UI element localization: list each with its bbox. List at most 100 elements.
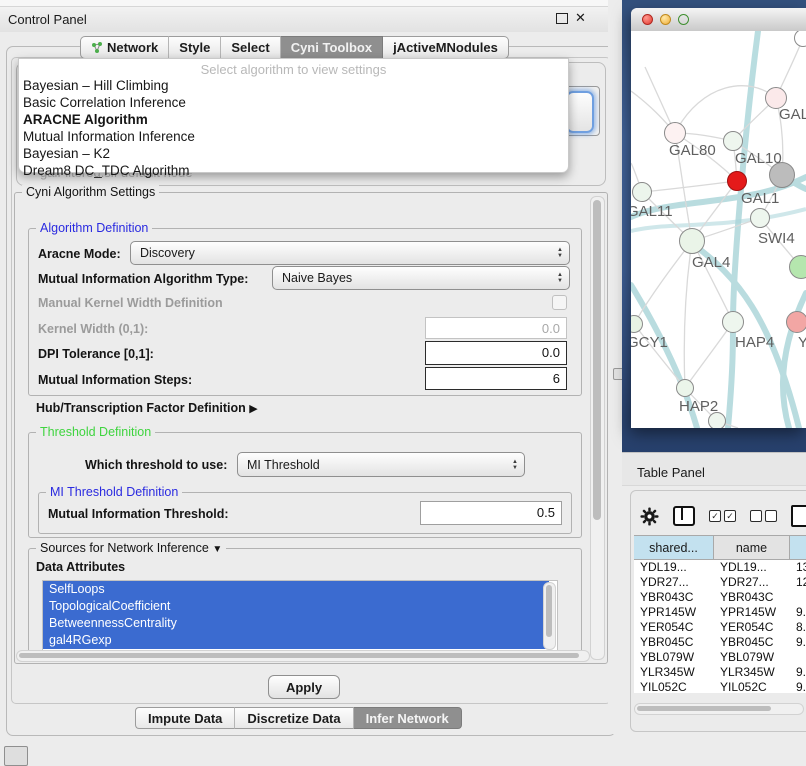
settings-hscrollbar[interactable] <box>16 650 590 662</box>
collapsed-panel-button[interactable] <box>4 746 28 766</box>
node-label: GAL10 <box>735 150 782 167</box>
control-panel-title: Control Panel <box>8 12 87 27</box>
data-attributes-label: Data Attributes <box>36 560 125 574</box>
table-row[interactable]: YDR27...YDR27...12 <box>634 575 806 590</box>
sources-group-title: Sources for Network Inference ▼ <box>36 541 226 555</box>
node-label: HAP4 <box>735 334 774 351</box>
spinner-icon: ▲▼ <box>557 242 563 264</box>
node-label: GAL1 <box>741 190 779 207</box>
zoom-traffic-light-icon[interactable] <box>678 14 689 25</box>
node-label: Y <box>798 334 806 351</box>
tab-style[interactable]: Style <box>169 36 221 59</box>
manual-kernel-checkbox[interactable] <box>552 295 567 310</box>
deselect-all-icon[interactable] <box>750 510 777 522</box>
network-node-gal11[interactable] <box>632 182 652 202</box>
table-hscrollbar[interactable] <box>634 703 804 715</box>
network-node-hap4[interactable] <box>722 311 744 333</box>
table-row[interactable]: YBR043CYBR043C <box>634 590 806 605</box>
control-panel-tabbar: Network Style Select Cyni Toolbox jActiv… <box>80 36 509 59</box>
algorithm-option[interactable]: Mutual Information Inference <box>19 128 568 145</box>
document-icon[interactable] <box>791 505 806 527</box>
tab-network[interactable]: Network <box>80 36 169 59</box>
attribute-item[interactable]: SelfLoops <box>43 581 549 598</box>
attribute-item[interactable]: gal4RGexp <box>43 632 549 649</box>
tab-cyni-toolbox[interactable]: Cyni Toolbox <box>281 36 383 59</box>
settings-hscrollbar-thumb[interactable] <box>19 653 579 658</box>
network-node-gal80[interactable] <box>664 122 686 144</box>
tab-jactivemnodules[interactable]: jActiveMNodules <box>383 36 509 59</box>
network-node-swi4[interactable] <box>750 208 770 228</box>
column-header-clipped[interactable] <box>790 536 806 560</box>
network-node-green[interactable] <box>789 255 806 279</box>
mi-threshold-group-title: MI Threshold Definition <box>46 485 182 499</box>
data-attributes-list[interactable]: SelfLoops TopologicalCoefficient Between… <box>42 580 558 652</box>
table-hscrollbar-thumb[interactable] <box>637 706 771 711</box>
algorithm-dropdown-popup: Select algorithm to view settings Bayesi… <box>18 58 569 173</box>
network-view-window[interactable]: GAL GAL80 GAL10 GAL1 GAL11 SWI4 GAL4 GCY… <box>631 8 806 428</box>
hub-definition-expander[interactable]: Hub/Transcription Factor Definition ▶ <box>36 401 258 415</box>
node-label: HAP2 <box>679 398 718 415</box>
spinner-icon: ▲▼ <box>557 267 563 289</box>
network-node-hap2[interactable] <box>676 379 694 397</box>
table-row[interactable]: YER054CYER054C8. <box>634 620 806 635</box>
aracne-mode-combobox[interactable]: Discovery ▲▼ <box>130 241 570 265</box>
mi-algorithm-type-label: Mutual Information Algorithm Type: <box>38 272 248 286</box>
column-header-shared-name[interactable]: shared... <box>634 536 714 560</box>
table-row[interactable]: YLR345WYLR345W9. <box>634 665 806 680</box>
collapsed-triangle-icon: ▶ <box>249 403 257 415</box>
tab-discretize-data[interactable]: Discretize Data <box>235 707 353 729</box>
close-icon[interactable]: ✕ <box>575 10 586 26</box>
node-label: GAL4 <box>692 254 730 271</box>
network-node-gal10[interactable] <box>723 131 743 151</box>
tab-select[interactable]: Select <box>221 36 280 59</box>
attribute-item[interactable]: TopologicalCoefficient <box>43 598 549 615</box>
table-row[interactable]: YBL079WYBL079W <box>634 650 806 665</box>
settings-scrollbar[interactable] <box>590 196 605 660</box>
column-header-name[interactable]: name <box>714 536 790 560</box>
apply-button[interactable]: Apply <box>268 675 340 699</box>
tab-impute-data[interactable]: Impute Data <box>135 707 235 729</box>
minimize-traffic-light-icon[interactable] <box>660 14 671 25</box>
dpi-tolerance-field[interactable]: 0.0 <box>425 341 567 365</box>
table-row[interactable]: YPR145WYPR145W9. <box>634 605 806 620</box>
algorithm-option[interactable]: Bayesian – K2 <box>19 145 568 162</box>
gear-icon[interactable] <box>640 507 659 526</box>
algorithm-option[interactable]: Basic Correlation Inference <box>19 94 568 111</box>
aracne-mode-label: Aracne Mode: <box>38 247 121 261</box>
manual-kernel-label: Manual Kernel Width Definition <box>38 296 223 310</box>
node-label: GAL11 <box>631 203 673 220</box>
node-label: SWI4 <box>758 230 795 247</box>
mi-steps-field[interactable]: 6 <box>425 367 567 390</box>
algorithm-definition-title: Algorithm Definition <box>36 221 152 235</box>
attribute-item[interactable]: BetweennessCentrality <box>43 615 549 632</box>
algorithm-option[interactable]: Bayesian – Hill Climbing <box>19 77 568 94</box>
attributes-scrollbar-thumb[interactable] <box>546 585 552 637</box>
panel-splitter[interactable] <box>608 0 622 734</box>
mi-threshold-field[interactable]: 0.5 <box>420 501 562 525</box>
mi-steps-label: Mutual Information Steps: <box>38 373 192 387</box>
algorithm-option-selected[interactable]: ARACNE Algorithm <box>19 111 568 128</box>
node-label: GCY1 <box>631 334 668 351</box>
close-traffic-light-icon[interactable] <box>642 14 653 25</box>
algorithm-option[interactable]: Dream8 DC_TDC Algorithm <box>19 162 568 179</box>
mi-algorithm-type-combobox[interactable]: Naive Bayes ▲▼ <box>272 266 570 290</box>
settings-group-title: Cyni Algorithm Settings <box>22 185 159 199</box>
network-node-y[interactable] <box>786 311 806 333</box>
table-row[interactable]: YDL19...YDL19...13 <box>634 560 806 575</box>
attributes-scrollbar[interactable] <box>543 582 556 650</box>
table-row[interactable]: YIL052CYIL052C9. <box>634 680 806 693</box>
kernel-width-field[interactable]: 0.0 <box>425 317 567 339</box>
table-row[interactable]: YBR045CYBR045C9. <box>634 635 806 650</box>
select-all-checks-icon[interactable]: ✓ ✓ <box>709 510 736 522</box>
threshold-definition-title: Threshold Definition <box>36 425 155 439</box>
network-window-titlebar[interactable] <box>631 8 806 32</box>
network-node-gal1-selected[interactable] <box>727 171 747 191</box>
algorithm-combobox-button[interactable] <box>566 91 594 133</box>
columns-icon[interactable] <box>673 506 695 526</box>
network-canvas[interactable]: GAL GAL80 GAL10 GAL1 GAL11 SWI4 GAL4 GCY… <box>631 31 806 428</box>
network-node-gal4[interactable] <box>679 228 705 254</box>
tab-infer-network[interactable]: Infer Network <box>354 707 462 729</box>
settings-scrollbar-thumb[interactable] <box>593 200 601 520</box>
float-window-icon[interactable] <box>556 13 568 24</box>
which-threshold-combobox[interactable]: MI Threshold ▲▼ <box>237 452 525 477</box>
